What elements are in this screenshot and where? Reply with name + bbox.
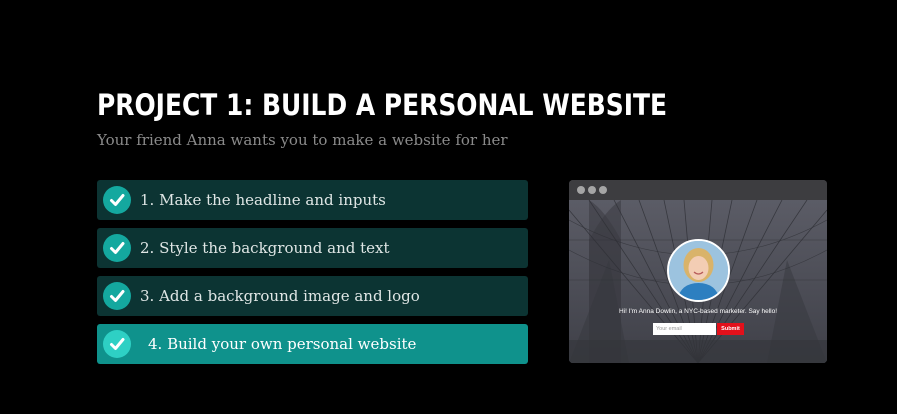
preview-viewport: Hi! I'm Anna Dowlin, a NYC-based markete… bbox=[569, 200, 827, 363]
step-item-4[interactable]: 4. Build your own personal website bbox=[97, 324, 528, 364]
step-label: 3. Add a background image and logo bbox=[140, 287, 420, 305]
window-dot-icon bbox=[599, 186, 607, 194]
page-subtitle: Your friend Anna wants you to make a web… bbox=[97, 131, 508, 149]
checkmark-icon bbox=[103, 234, 131, 262]
submit-button[interactable]: Submit bbox=[717, 323, 744, 335]
step-label: 2. Style the background and text bbox=[140, 239, 390, 257]
window-dot-icon bbox=[577, 186, 585, 194]
window-dot-icon bbox=[588, 186, 596, 194]
step-label: 4. Build your own personal website bbox=[148, 335, 417, 353]
checkmark-icon bbox=[103, 186, 131, 214]
step-list: 1. Make the headline and inputs 2. Style… bbox=[97, 180, 528, 372]
step-item-2[interactable]: 2. Style the background and text bbox=[97, 228, 528, 268]
avatar-photo bbox=[669, 241, 728, 300]
website-preview: Hi! I'm Anna Dowlin, a NYC-based markete… bbox=[569, 180, 827, 363]
avatar bbox=[667, 239, 730, 302]
preview-tagline: Hi! I'm Anna Dowlin, a NYC-based markete… bbox=[618, 308, 778, 315]
browser-toolbar bbox=[569, 180, 827, 200]
step-item-3[interactable]: 3. Add a background image and logo bbox=[97, 276, 528, 316]
checkmark-icon bbox=[103, 282, 131, 310]
email-field[interactable] bbox=[653, 323, 716, 335]
page-title: PROJECT 1: BUILD A PERSONAL WEBSITE bbox=[97, 88, 668, 122]
step-label: 1. Make the headline and inputs bbox=[140, 191, 386, 209]
checkmark-icon bbox=[103, 330, 131, 358]
step-item-1[interactable]: 1. Make the headline and inputs bbox=[97, 180, 528, 220]
